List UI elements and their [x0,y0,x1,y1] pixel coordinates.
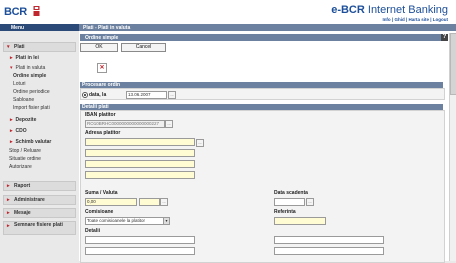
detalii-field-line-3[interactable] [274,236,384,244]
form-title: Ordine simple [85,35,119,41]
chevron-right-icon: ▸ [10,139,13,145]
menu-bar: Menu [0,24,79,31]
referinta-field[interactable] [274,217,326,225]
comisioane-label: Comisioane [85,209,114,215]
bank-logo-icon [33,6,40,16]
sidebar: ▾ Plati ▸ Plati in lei ▾ Plati in valuta O… [0,31,79,261]
calendar-button[interactable]: ... [168,91,176,99]
adresa-lookup-button[interactable]: ... [196,139,204,147]
sidebar-section-label: Raport [14,183,31,189]
valuta-lookup-button[interactable]: ... [160,198,168,206]
date-field[interactable]: 13.06.2007 [126,91,167,99]
adresa-label: Adresa platitor [85,130,121,136]
chevron-right-icon: ▸ [7,223,10,229]
data-scadenta-label: Data scadenta [274,190,308,196]
ghid-link[interactable]: Ghid [394,17,404,22]
sidebar-item-label: CDO [15,128,27,134]
sidebar-section-label: Semnare fisiere plati [14,222,63,228]
sidebar-item-cdo[interactable]: ▸ CDO [10,128,27,134]
data-scadenta-field[interactable] [274,198,305,206]
chevron-down-icon: ▾ [10,65,13,71]
chevron-right-icon: ▸ [7,197,10,203]
sidebar-item-sabloane[interactable]: Sabloane [13,97,34,103]
top-links: Info | Ghid | Harta site | Logout [382,17,448,22]
detalii-field-line-2[interactable] [85,247,195,255]
chevron-down-icon: ▾ [163,218,169,224]
date-radio-label: data, la [89,92,107,98]
app-title-product: Internet Banking [364,4,448,16]
sidebar-section-raport[interactable]: ▸ Raport [3,181,76,191]
chevron-down-icon: ▾ [7,44,10,50]
chevron-right-icon: ▸ [7,210,10,216]
detalii-field-line-4[interactable] [274,247,384,255]
suma-valuta-label: Suma / Valuta [85,190,118,196]
sidebar-section-mesaje[interactable]: ▸ Mesaje [3,208,76,218]
adresa-field-line-3[interactable] [85,160,195,168]
cancel-button[interactable]: Cancel [121,43,166,52]
form-title-bar: Ordine simple [80,34,447,41]
app-title-brand: e-BCR [331,4,365,16]
sidebar-item-label: Plati in valuta [15,65,46,71]
sidebar-item-plati-in-lei[interactable]: ▸ Plati in lei [10,55,39,61]
adresa-field-line-4[interactable] [85,171,195,179]
sidebar-item-loturi[interactable]: Loturi [13,81,26,87]
app-title: e-BCR Internet Banking [331,4,448,16]
data-scadenta-calendar-button[interactable]: ... [306,198,314,206]
sidebar-item-label: Schimb valutar [15,139,52,145]
logout-link[interactable]: Logout [433,17,448,22]
sidebar-item-label: Depozite [15,117,37,123]
sidebar-section-label: Administrare [14,197,45,203]
adresa-field-line-2[interactable] [85,149,195,157]
valuta-field[interactable] [139,198,160,206]
sidebar-section-label: Plati [14,44,25,50]
chevron-right-icon: ▸ [7,183,10,189]
chevron-right-icon: ▸ [10,128,13,134]
detalii-label: Detalii [85,228,101,234]
chevron-right-icon: ▸ [10,117,13,123]
breadcrumb: Plati - Plati in valuta [79,24,456,31]
suma-field[interactable]: 0,00 [85,198,137,206]
iban-lookup-button[interactable]: ... [165,120,173,128]
sidebar-item-situatie-ordine[interactable]: Situatie ordine [9,156,41,162]
iban-label: IBAN platitor [85,112,116,118]
sidebar-section-administrare[interactable]: ▸ Administrare [3,195,76,205]
adresa-field-line-1[interactable] [85,138,195,146]
sidebar-section-semnare-fisiere-plati[interactable]: ▸ Semnare fisiere plati [3,221,76,235]
harta-site-link[interactable]: Harta site [408,17,429,22]
sidebar-section-label: Mesaje [14,210,31,216]
sidebar-item-stop-reluare[interactable]: Stop / Reluare [9,148,41,154]
referinta-label: Referinta [274,209,296,215]
ok-button[interactable]: OK [80,43,118,52]
iban-field[interactable]: RO10BRHC0000000000000000227 [85,120,165,128]
info-link[interactable]: Info [382,17,390,22]
bank-logo: BCR [4,6,27,18]
help-button[interactable]: ? [441,34,448,41]
date-radio[interactable] [82,92,88,98]
sidebar-section-plati[interactable]: ▾ Plati [3,42,76,52]
comisioane-selected-value: Toate comisioanele la platitor [87,218,146,223]
comisioane-select[interactable]: Toate comisioanele la platitor ▾ [85,217,170,225]
sidebar-item-ordine-periodice[interactable]: Ordine periodice [13,89,50,95]
sidebar-item-schimb-valutar[interactable]: ▸ Schimb valutar [10,139,51,145]
sidebar-item-label: Plati in lei [15,55,39,61]
scrollbar-thumb[interactable] [450,33,456,95]
close-icon[interactable]: ✕ [97,63,107,73]
sidebar-item-autorizare[interactable]: Autorizare [9,164,32,170]
detalii-field-line-1[interactable] [85,236,195,244]
sidebar-item-import-fisier-plati[interactable]: Import fisier plati [13,105,50,111]
sidebar-item-ordine-simple[interactable]: Ordine simple [13,73,46,79]
sidebar-item-plati-in-valuta[interactable]: ▾ Plati in valuta [10,65,45,71]
sidebar-item-depozite[interactable]: ▸ Depozite [10,117,36,123]
chevron-right-icon: ▸ [10,55,13,61]
